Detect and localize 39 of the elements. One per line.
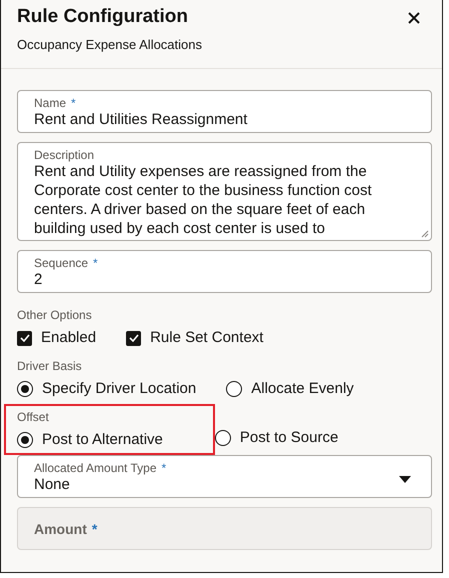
dropdown-caret-icon[interactable]: [399, 476, 411, 483]
input-field[interactable]: Name * Rent and Utilities Reassignment: [17, 90, 432, 133]
option-label[interactable]: Enabled: [41, 329, 96, 347]
close-icon[interactable]: [408, 12, 420, 24]
dialog-subtitle: Occupancy Expense Allocations: [17, 37, 202, 52]
field-label: Name: [34, 96, 66, 110]
option-label[interactable]: Specify Driver Location: [42, 380, 196, 398]
field-label: Allocated Amount Type: [34, 461, 157, 475]
radio-button[interactable]: [17, 381, 33, 397]
required-mark: *: [93, 256, 98, 270]
group-label: Offset: [17, 410, 50, 424]
checkbox[interactable]: [17, 330, 32, 346]
field-value: None: [34, 475, 71, 494]
text-area[interactable]: [17, 142, 432, 241]
option-label[interactable]: Post to Source: [240, 429, 338, 447]
field-label: Amount: [34, 521, 87, 537]
dropdown-field[interactable]: Allocated Amount Type * None: [17, 455, 432, 498]
checkbox[interactable]: [126, 330, 142, 346]
option-label[interactable]: Rule Set Context: [150, 329, 264, 347]
checkmark-icon: [20, 334, 30, 342]
checkmark-icon: [128, 334, 139, 342]
field-label: Description: [34, 148, 94, 162]
field-label: Sequence: [34, 256, 88, 270]
radio-button[interactable]: [214, 430, 231, 446]
option-label[interactable]: Allocate Evenly: [251, 380, 354, 398]
radio-button[interactable]: [226, 381, 242, 397]
required-mark: *: [71, 96, 76, 110]
group-label: Driver Basis: [17, 359, 83, 373]
group-label: Other Options: [17, 308, 93, 322]
resize-grip-icon[interactable]: [421, 230, 429, 238]
field-value: Rent and Utility expenses are reassigned from the Corporate cost center to the business function cost centers. A driver based on the square feet of each building used by each cost center is used to: [34, 162, 373, 237]
required-mark: *: [92, 521, 98, 537]
radio-button[interactable]: [17, 432, 33, 448]
field-value: 2: [34, 270, 44, 289]
required-mark: *: [162, 461, 166, 475]
input-field[interactable]: Sequence * 2: [17, 250, 432, 293]
field-value: Rent and Utilities Reassignment: [34, 110, 248, 129]
option-label[interactable]: Post to Alternative: [42, 431, 163, 449]
dialog-title: Rule Configuration: [17, 6, 189, 28]
